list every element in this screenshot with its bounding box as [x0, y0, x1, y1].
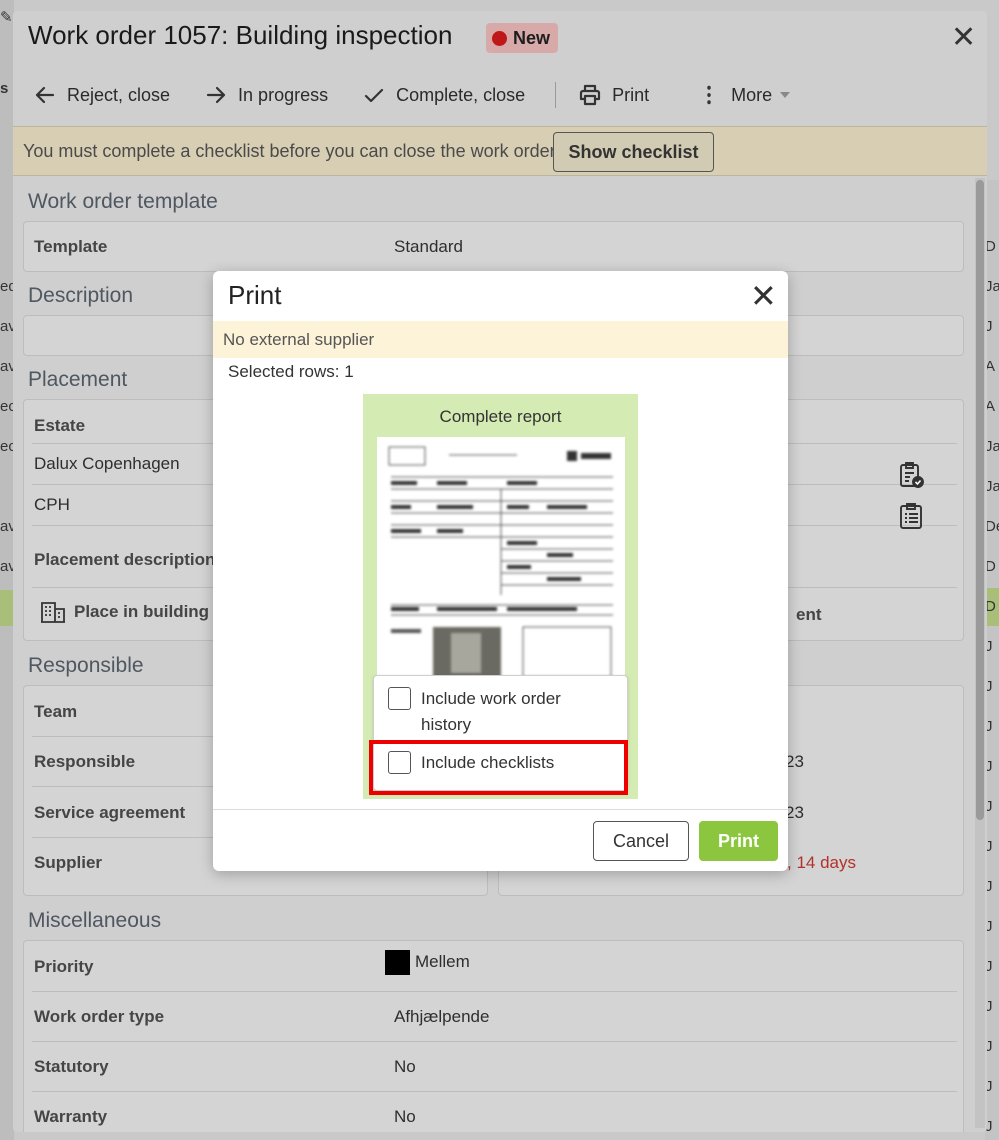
include-history-label: Include work order history [421, 689, 561, 734]
work-order-type-label: Work order type [34, 1007, 165, 1026]
show-checklist-button[interactable]: Show checklist [553, 132, 714, 172]
report-preview-image [377, 437, 625, 677]
dialog-footer-divider [213, 809, 788, 810]
work-order-header: Work order 1057: Building inspection New… [13, 11, 987, 127]
more-label: More [731, 84, 773, 105]
arrow-right-icon [206, 86, 226, 104]
background-selected-row [0, 590, 14, 626]
priority-label: Priority [34, 957, 94, 976]
place-in-building-label: Place in building [74, 602, 210, 621]
background-fragment: s [0, 80, 9, 97]
supplier-warning-text: No external supplier [223, 330, 375, 349]
pencil-icon: ✎ [0, 9, 13, 26]
notice-text: You must complete a checklist before you… [23, 141, 556, 161]
priority-color-swatch [385, 950, 410, 975]
toolbar: Reject, close In progress Complete, clos… [33, 79, 824, 111]
status-dot-icon [492, 30, 507, 46]
misc-section-title: Miscellaneous [28, 909, 162, 932]
status-label: New [513, 27, 551, 48]
print-toolbar-label: Print [612, 84, 650, 105]
estate-value[interactable]: Dalux Copenhagen [34, 454, 180, 474]
supplier-label: Supplier [34, 853, 103, 872]
scrollbar[interactable] [975, 178, 985, 1128]
close-icon[interactable]: ✕ [951, 23, 976, 53]
background-fragment: De [985, 518, 999, 535]
scrollbar-thumb[interactable] [976, 180, 984, 820]
priority-value: Mellem [415, 952, 470, 971]
description-section-title: Description [28, 284, 134, 307]
printer-icon [580, 84, 601, 106]
background-fragment: Ja [985, 478, 999, 495]
statutory-value: No [394, 1057, 416, 1076]
include-history-option[interactable]: Include work order history [388, 686, 601, 738]
placement-section-title: Placement [28, 368, 128, 391]
print-button[interactable]: Print [699, 821, 778, 861]
place-in-building-button[interactable]: Place in building [40, 600, 209, 624]
in-progress-button[interactable]: In progress [204, 83, 328, 107]
template-card: Template Standard [23, 221, 964, 272]
reject-close-button[interactable]: Reject, close [33, 83, 170, 107]
in-progress-label: In progress [238, 84, 329, 105]
misc-card: Priority Mellem Work order type Afhjælpe… [23, 940, 964, 1132]
deadline-value: , 14 days [787, 853, 856, 872]
complete-report-option[interactable]: Complete report Include work order histo… [363, 394, 638, 799]
clipboard-list-icon[interactable] [898, 502, 924, 530]
service-agreement-label: Service agreement [34, 803, 186, 822]
divider [32, 1041, 957, 1042]
background-fragment: Ja [985, 438, 999, 455]
include-history-checkbox[interactable] [388, 687, 411, 710]
placement-description-label: Placement description [34, 550, 216, 569]
warranty-label: Warranty [34, 1107, 108, 1126]
selected-rows-text: Selected rows: 1 [228, 362, 354, 381]
print-toolbar-button[interactable]: Print [578, 83, 649, 107]
background-list-right: DJaJAAJaJaDeDDJJJJJJJJJJJJJ [985, 180, 999, 1140]
reject-close-label: Reject, close [67, 84, 171, 105]
print-dialog-title: Print [228, 280, 282, 310]
template-label: Template [34, 237, 108, 256]
placement-right-fragment[interactable]: ent [796, 605, 822, 625]
template-section-title: Work order template [28, 190, 218, 213]
building-icon [41, 602, 65, 623]
print-dialog: Print ✕ No external supplier Selected ro… [213, 271, 788, 871]
responsible-section-title: Responsible [28, 654, 144, 677]
highlight-box [369, 740, 628, 795]
warranty-value: No [394, 1107, 416, 1126]
arrow-left-icon [35, 86, 55, 104]
divider [32, 991, 957, 992]
responsible-label: Responsible [34, 752, 136, 771]
complete-close-label: Complete, close [396, 84, 526, 105]
estate-label: Estate [34, 416, 86, 435]
work-order-title: Work order 1057: Building inspection [28, 20, 453, 50]
toolbar-divider [555, 82, 557, 108]
more-button[interactable]: More [697, 83, 791, 107]
supplier-warning: No external supplier [213, 321, 788, 358]
work-order-type-value: Afhjælpende [394, 1007, 490, 1026]
close-icon[interactable]: ✕ [750, 280, 777, 312]
complete-close-button[interactable]: Complete, close [362, 83, 525, 107]
template-value: Standard [394, 237, 463, 256]
caret-down-icon [780, 92, 791, 98]
clipboard-check-icon[interactable] [898, 461, 924, 489]
more-vertical-icon [707, 85, 711, 105]
building-value[interactable]: CPH [34, 495, 70, 515]
background-fragment: Ja [985, 278, 999, 295]
statutory-label: Statutory [34, 1057, 109, 1076]
checkmark-icon [364, 88, 384, 103]
checklist-notice: You must complete a checklist before you… [13, 126, 987, 176]
status-badge: New [486, 23, 559, 53]
divider [32, 1091, 957, 1092]
cancel-button[interactable]: Cancel [593, 821, 689, 861]
team-label: Team [34, 702, 78, 721]
report-title: Complete report [439, 407, 562, 426]
background-list-left: ✎ s ed av av ec ec av av [0, 0, 17, 1140]
